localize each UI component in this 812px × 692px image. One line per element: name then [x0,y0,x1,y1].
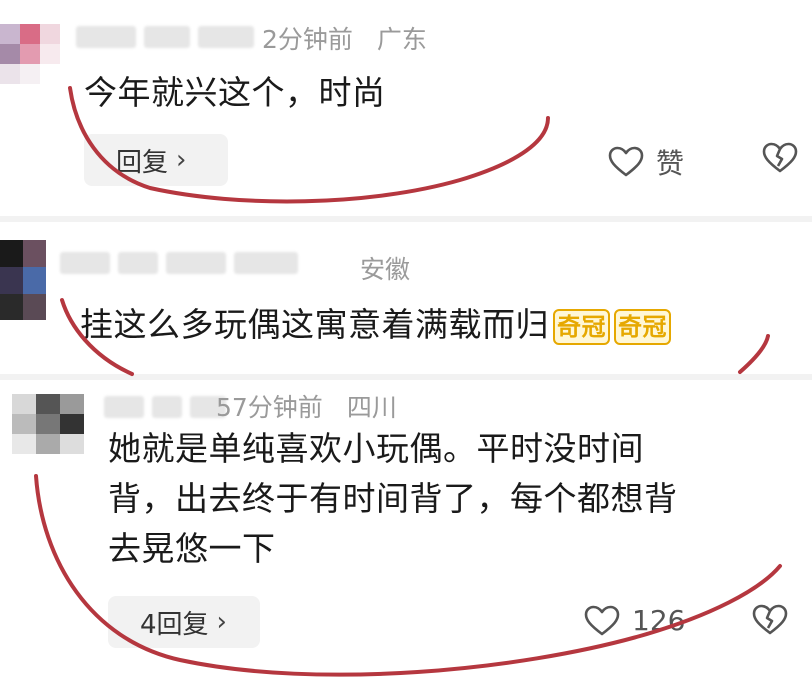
reply-button[interactable]: 回复 › [84,134,228,186]
reply-button[interactable]: 4回复 › [108,596,260,648]
comment-meta: 57分钟前 四川 [216,388,397,424]
username-blurred[interactable] [76,24,262,50]
comment-location: 四川 [346,393,397,422]
chevron-right-icon: › [176,145,187,175]
comment-text: 挂这么多玩偶这寓意着满载而归 奇冠 奇冠 [80,302,671,348]
comment-text-line: 背，出去终于有时间背了，每个都想背 [108,479,678,518]
avatar[interactable] [0,240,46,320]
comment-time: 2分钟前 [262,25,353,54]
like-label: 赞 [656,147,685,180]
like-button[interactable]: 赞 [608,142,684,182]
comment-card-2: 安徽 挂这么多玩偶这寓意着满载而归 奇冠 奇冠 [0,222,812,372]
comment-location: 安徽 [360,255,411,284]
comment-time: 57分钟前 [216,393,323,422]
avatar[interactable] [0,24,60,84]
like-button[interactable]: 126 [584,604,685,637]
reply-label: 4回复 [140,609,209,640]
sticker-emoji: 奇冠 [553,308,610,345]
comment-text: 今年就兴这个，时尚 [84,70,386,116]
comment-text-line: 她就是单纯喜欢小玩偶。平时没时间 [108,429,644,468]
chevron-right-icon: › [216,607,227,637]
dislike-button[interactable] [752,604,788,636]
sticker-emoji: 奇冠 [614,308,671,345]
dislike-button[interactable] [762,142,798,174]
comment-location: 广东 [376,25,427,54]
broken-heart-icon [762,142,798,173]
heart-icon [608,146,644,177]
comment-text-line: 去晃悠一下 [108,529,276,568]
comment-meta: 安徽 [360,250,410,286]
avatar[interactable] [12,394,84,454]
comment-text: 她就是单纯喜欢小玩偶。平时没时间 背，出去终于有时间背了，每个都想背 去晃悠一下 [108,426,788,572]
like-count: 126 [632,604,686,637]
username-blurred[interactable] [60,250,306,276]
heart-icon [584,605,620,635]
reply-label: 回复 [116,147,169,178]
comment-card-1: 2分钟前 广东 今年就兴这个，时尚 回复 › 赞 [0,0,812,214]
comment-text-line: 今年就兴这个，时尚 [84,73,386,112]
comment-card-3: 57分钟前 四川 她就是单纯喜欢小玩偶。平时没时间 背，出去终于有时间背了，每个都… [0,380,812,692]
broken-heart-icon [752,604,788,635]
comment-meta: 2分钟前 广东 [262,20,427,56]
username-blurred[interactable] [104,394,234,420]
comment-text-line: 挂这么多玩偶这寓意着满载而归 [80,305,549,344]
